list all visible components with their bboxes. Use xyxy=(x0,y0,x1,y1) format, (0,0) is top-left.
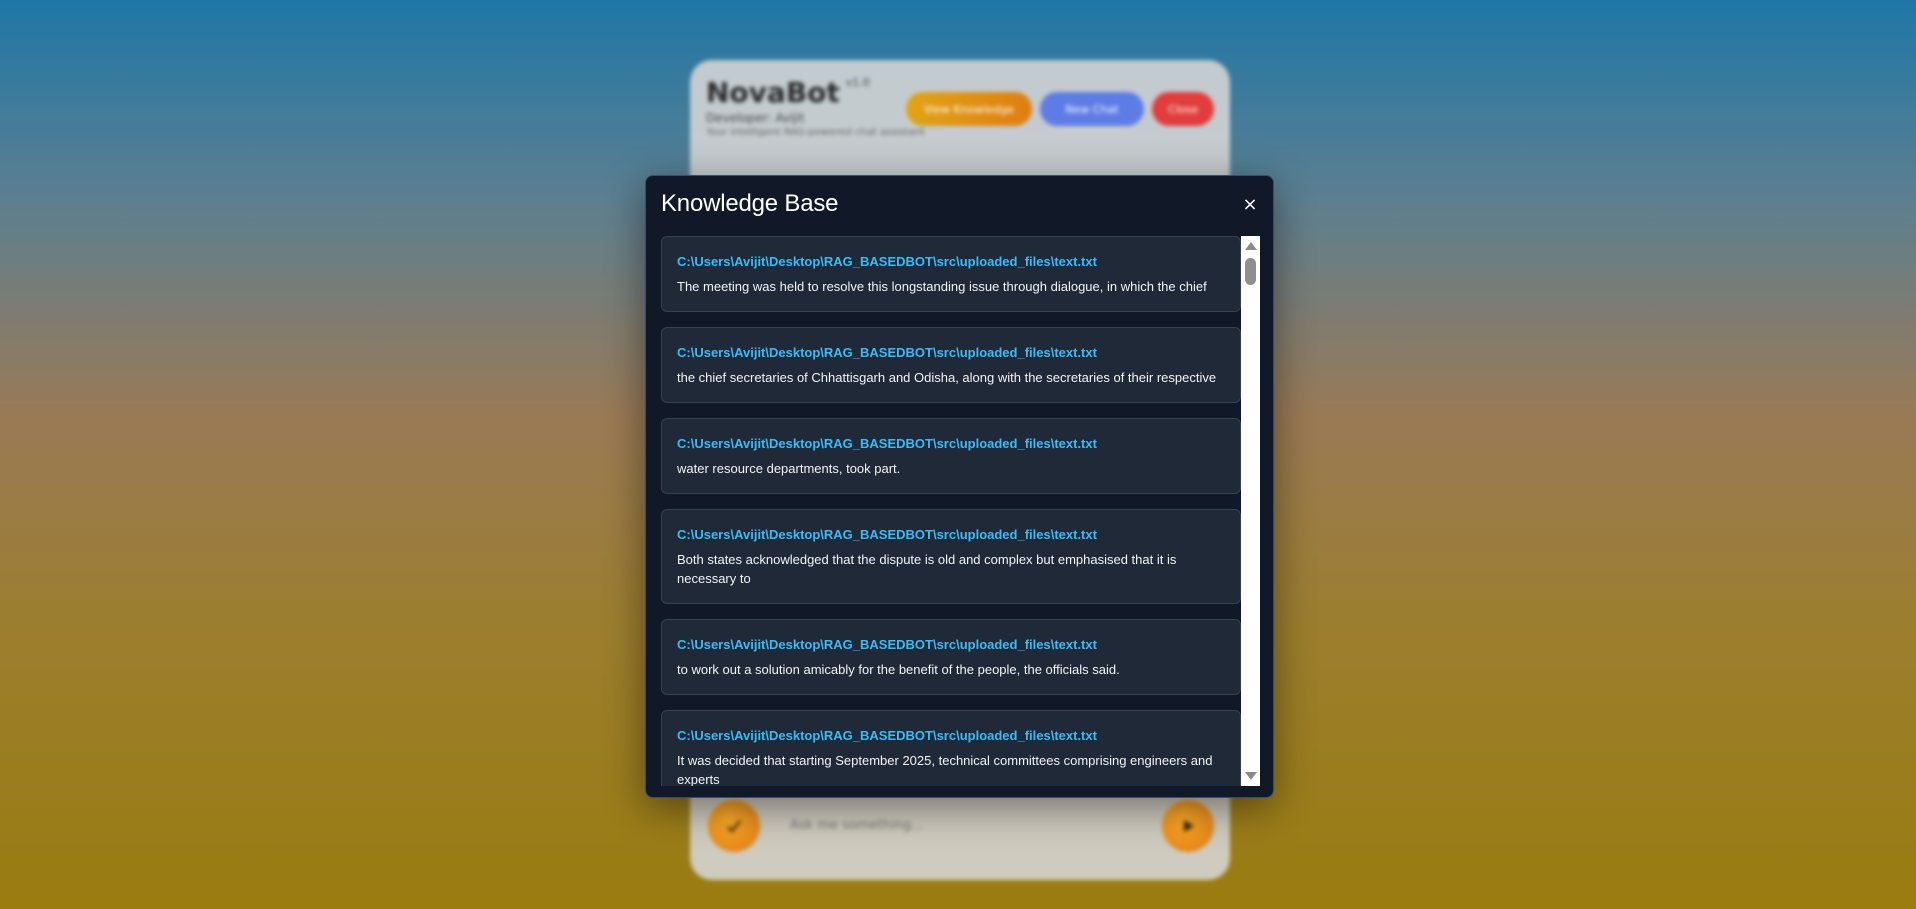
entry-source-path: C:\Users\Avijit\Desktop\RAG_BASEDBOT\src… xyxy=(677,728,1097,743)
entry-text: to work out a solution amicably for the … xyxy=(677,662,1120,677)
knowledge-entry: C:\Users\Avijit\Desktop\RAG_BASEDBOT\src… xyxy=(661,236,1241,312)
knowledge-entry: C:\Users\Avijit\Desktop\RAG_BASEDBOT\src… xyxy=(661,619,1241,695)
chat-input[interactable]: Ask me something... xyxy=(790,818,923,833)
knowledge-entry: C:\Users\Avijit\Desktop\RAG_BASEDBOT\src… xyxy=(661,327,1241,403)
entry-text: The meeting was held to resolve this lon… xyxy=(677,279,1207,294)
entry-text: water resource departments, took part. xyxy=(677,461,901,476)
entry-source-path: C:\Users\Avijit\Desktop\RAG_BASEDBOT\src… xyxy=(677,637,1097,652)
app-tagline: Your intelligent RAG-powered chat assist… xyxy=(706,127,925,138)
scroll-thumb[interactable] xyxy=(1245,258,1256,285)
scroll-down-arrow-icon[interactable] xyxy=(1241,768,1260,784)
app-version: v1.0 xyxy=(845,76,870,89)
knowledge-entry: C:\Users\Avijit\Desktop\RAG_BASEDBOT\src… xyxy=(661,509,1241,604)
entry-source-path: C:\Users\Avijit\Desktop\RAG_BASEDBOT\src… xyxy=(677,436,1097,451)
modal-title: Knowledge Base xyxy=(661,190,839,217)
entry-text: It was decided that starting September 2… xyxy=(677,753,1213,786)
app-title-text: NovaBot xyxy=(706,76,840,109)
close-icon[interactable]: × xyxy=(1239,194,1261,216)
entry-text: Both states acknowledged that the disput… xyxy=(677,552,1177,586)
modal-scrollbar[interactable] xyxy=(1241,236,1260,786)
chat-input-bar: Ask me something... xyxy=(690,784,1230,880)
send-icon[interactable] xyxy=(1162,800,1214,852)
close-app-button[interactable]: Close xyxy=(1152,92,1214,126)
knowledge-entry: C:\Users\Avijit\Desktop\RAG_BASEDBOT\src… xyxy=(661,710,1241,786)
new-chat-button[interactable]: New Chat xyxy=(1040,92,1144,126)
entry-source-path: C:\Users\Avijit\Desktop\RAG_BASEDBOT\src… xyxy=(677,254,1097,269)
knowledge-base-modal: Knowledge Base × C:\Users\Avijit\Desktop… xyxy=(645,175,1274,798)
app-subtitle: Developer: Avijit xyxy=(706,111,805,125)
app-title: NovaBot v1.0 xyxy=(706,76,925,109)
entry-text: the chief secretaries of Chhattisgarh an… xyxy=(677,370,1217,385)
app-header: NovaBot v1.0 Developer: Avijit Your intel… xyxy=(706,76,925,138)
entry-source-path: C:\Users\Avijit\Desktop\RAG_BASEDBOT\src… xyxy=(677,345,1097,360)
scroll-up-arrow-icon[interactable] xyxy=(1241,238,1260,254)
entry-source-path: C:\Users\Avijit\Desktop\RAG_BASEDBOT\src… xyxy=(677,527,1097,542)
knowledge-list[interactable]: C:\Users\Avijit\Desktop\RAG_BASEDBOT\src… xyxy=(661,236,1241,786)
knowledge-base-button[interactable]: View Knowledge xyxy=(906,92,1032,126)
knowledge-entry: C:\Users\Avijit\Desktop\RAG_BASEDBOT\src… xyxy=(661,418,1241,494)
upload-icon[interactable] xyxy=(708,800,760,852)
